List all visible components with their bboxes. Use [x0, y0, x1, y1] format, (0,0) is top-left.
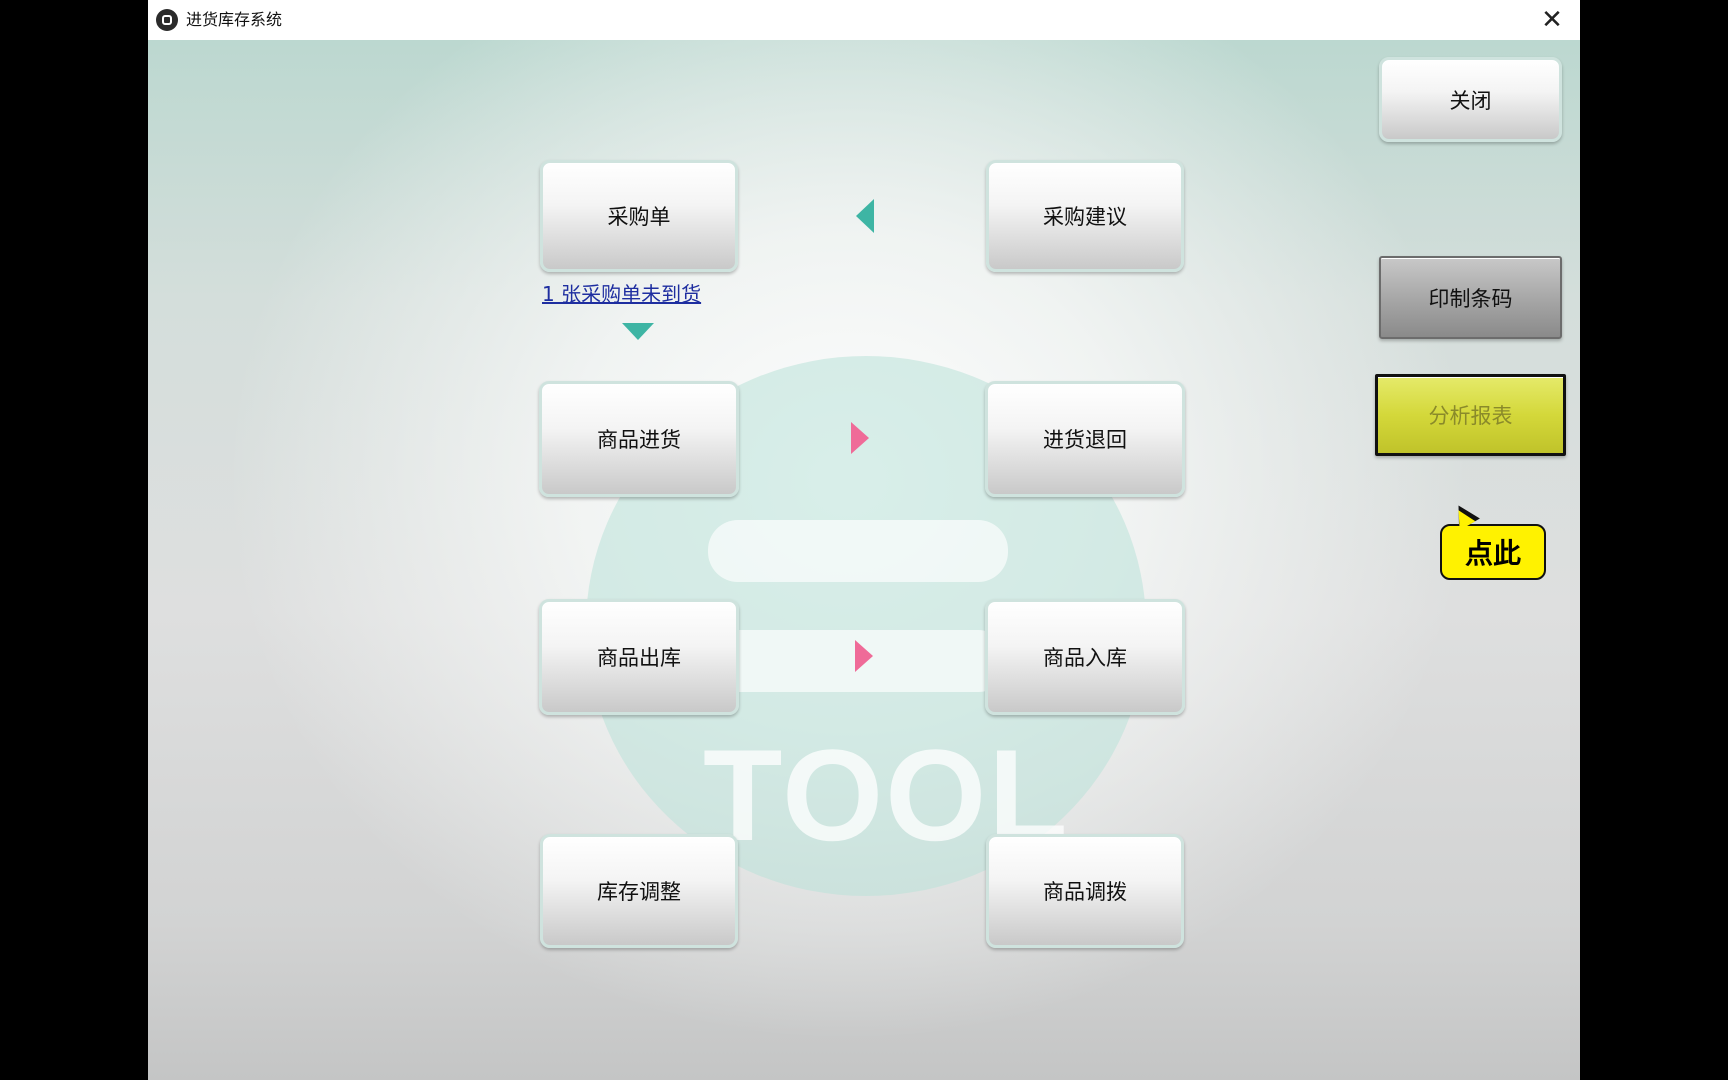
close-icon[interactable]: ✕ — [1534, 2, 1570, 38]
goods-inbound-button[interactable]: 商品入库 — [985, 599, 1185, 715]
main-panel: TOOL 采购单 采购建议 1 张采购单未到货 商品进货 进货退回 商品出库 商… — [148, 40, 1580, 1080]
goods-receiving-button[interactable]: 商品进货 — [539, 381, 739, 497]
purchase-order-button[interactable]: 采购单 — [540, 160, 738, 272]
close-button[interactable]: 关闭 — [1379, 57, 1562, 142]
arrow-right-icon — [851, 422, 869, 454]
analysis-report-button[interactable]: 分析报表 — [1375, 374, 1566, 456]
stock-adjust-button[interactable]: 库存调整 — [540, 834, 738, 948]
watermark-stroke-top — [708, 520, 1008, 582]
app-window: 进货库存系统 ✕ TOOL 采购单 采购建议 1 张采购单未到货 商品进货 进货… — [148, 0, 1580, 1080]
arrow-down-icon — [622, 323, 654, 340]
app-logo-icon — [156, 9, 178, 31]
purchase-return-button[interactable]: 进货退回 — [985, 381, 1185, 497]
callout-text: 点此 — [1464, 537, 1521, 570]
purchase-suggestion-button[interactable]: 采购建议 — [986, 160, 1184, 272]
pending-orders-link[interactable]: 1 张采购单未到货 — [542, 278, 701, 307]
print-barcode-button[interactable]: 印制条码 — [1379, 256, 1562, 339]
goods-outbound-button[interactable]: 商品出库 — [539, 599, 739, 715]
click-here-callout: 点此 — [1440, 524, 1546, 580]
arrow-right-icon — [855, 640, 873, 672]
window-title: 进货库存系统 — [186, 10, 283, 29]
goods-transfer-button[interactable]: 商品调拨 — [986, 834, 1184, 948]
arrow-left-icon — [856, 199, 874, 233]
title-bar: 进货库存系统 ✕ — [148, 0, 1580, 41]
